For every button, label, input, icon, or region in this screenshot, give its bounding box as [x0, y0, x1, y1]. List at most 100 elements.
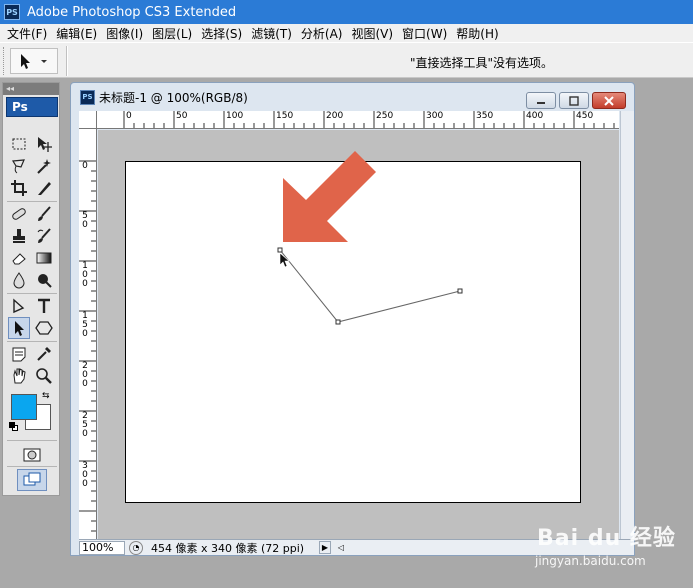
crop-icon	[11, 180, 27, 196]
vertical-scrollbar[interactable]	[620, 111, 634, 539]
toolbox-separator	[7, 293, 57, 294]
options-bar-grip[interactable]	[3, 47, 6, 75]
menu-file[interactable]: 文件(F)	[4, 25, 53, 42]
slice-tool[interactable]	[33, 177, 55, 199]
anchor-point[interactable]	[457, 288, 463, 294]
menu-help[interactable]: 帮助(H)	[453, 25, 504, 42]
menu-view[interactable]: 视图(V)	[348, 25, 399, 42]
document-title: 未标题-1 @ 100%(RGB/8)	[99, 90, 248, 105]
ruler-label: 400	[526, 111, 544, 121]
hexagon-icon	[35, 321, 53, 335]
marquee-icon	[12, 138, 26, 150]
ruler-horizontal[interactable]: 0 50 100 150 200 250 300 350 400 450	[79, 111, 619, 129]
gradient-tool[interactable]	[33, 247, 55, 269]
document-window: PS 未标题-1 @ 100%(RGB/8) 0 50 100 150 200 …	[70, 82, 635, 556]
ruler-label: 0	[82, 161, 88, 171]
menu-filter[interactable]: 滤镜(T)	[248, 25, 298, 42]
zoom-field[interactable]: 100%	[79, 540, 125, 555]
zoom-tool[interactable]	[33, 365, 55, 387]
type-icon	[38, 298, 50, 313]
maximize-button[interactable]	[559, 92, 589, 109]
menu-select[interactable]: 选择(S)	[198, 25, 248, 42]
options-message: "直接选择工具"没有选项。	[410, 56, 554, 70]
image-canvas[interactable]	[125, 161, 581, 503]
ruler-label: 300	[82, 461, 88, 489]
ruler-label: 100	[226, 111, 244, 121]
ps-logo[interactable]: Ps	[6, 97, 58, 117]
app-title: Adobe Photoshop CS3 Extended	[27, 4, 237, 20]
quick-mask-button[interactable]	[21, 444, 43, 466]
magnifier-icon	[36, 368, 52, 384]
document-icon: PS	[80, 89, 95, 105]
ruler-label: 300	[426, 111, 444, 121]
menu-window[interactable]: 窗口(W)	[399, 25, 453, 42]
notes-tool[interactable]	[8, 343, 30, 365]
photoshop-app-icon: PS	[4, 4, 20, 20]
work-path[interactable]	[279, 249, 461, 323]
menu-analysis[interactable]: 分析(A)	[298, 25, 349, 42]
anchor-point[interactable]	[335, 319, 341, 325]
clone-stamp-tool[interactable]	[8, 225, 30, 247]
menu-layer[interactable]: 图层(L)	[149, 25, 198, 42]
ruler-origin[interactable]	[79, 111, 97, 129]
eyedropper-tool[interactable]	[33, 343, 55, 365]
notes-icon	[12, 347, 26, 362]
eraser-icon	[12, 253, 26, 265]
menu-bar: 文件(F) 编辑(E) 图像(I) 图层(L) 选择(S) 滤镜(T) 分析(A…	[0, 24, 693, 42]
toolbox-header[interactable]: ◂◂	[3, 83, 59, 95]
swap-colors-icon[interactable]: ⇆	[42, 391, 50, 401]
history-brush-tool[interactable]	[33, 225, 55, 247]
magic-wand-tool[interactable]	[33, 155, 55, 177]
type-tool[interactable]	[33, 295, 55, 317]
status-icon[interactable]: ◔	[129, 540, 143, 555]
ruler-label: 250	[376, 111, 394, 121]
slice-icon	[38, 182, 51, 195]
shape-tool[interactable]	[33, 317, 55, 339]
pen-tool[interactable]	[8, 295, 30, 317]
menu-image[interactable]: 图像(I)	[103, 25, 149, 42]
marquee-tool[interactable]	[8, 133, 30, 155]
direct-selection-tool[interactable]	[8, 317, 30, 339]
toolbox-separator	[7, 440, 57, 441]
ruler-label: 250	[82, 411, 88, 439]
lasso-icon	[11, 159, 25, 174]
lasso-tool[interactable]	[8, 155, 30, 177]
toolbox-separator	[7, 201, 57, 202]
dodge-tool[interactable]	[33, 269, 55, 291]
close-button[interactable]	[592, 92, 626, 109]
screen-mode-button[interactable]	[17, 469, 47, 491]
options-separator	[66, 46, 68, 76]
scroll-left-icon[interactable]: ◁	[335, 541, 347, 554]
hand-tool[interactable]	[8, 365, 30, 387]
pasteboard[interactable]	[98, 130, 619, 539]
direct-selection-icon	[15, 321, 24, 336]
options-bar: "直接选择工具"没有选项。	[0, 42, 693, 78]
ruler-label: 0	[126, 111, 132, 121]
path-layer	[277, 247, 463, 325]
move-tool[interactable]	[33, 133, 55, 155]
pen-icon	[13, 298, 25, 314]
dodge-icon	[38, 274, 52, 288]
status-menu-arrow-icon[interactable]: ▶	[319, 541, 331, 554]
default-colors-icon[interactable]	[9, 422, 18, 431]
eraser-tool[interactable]	[8, 247, 30, 269]
blur-tool[interactable]	[8, 269, 30, 291]
ruler-label: 50	[82, 211, 88, 230]
watermark-url: jingyan.baidu.com	[535, 554, 646, 568]
stamp-icon	[13, 229, 25, 243]
toolbox-separator	[7, 466, 57, 467]
maximize-icon	[569, 95, 579, 106]
ruler-label: 150	[276, 111, 294, 121]
foreground-color-swatch[interactable]	[11, 394, 37, 420]
magic-wand-icon	[37, 159, 51, 174]
tool-preset-picker[interactable]	[10, 48, 58, 74]
minimize-button[interactable]	[526, 92, 556, 109]
ruler-label: 200	[82, 361, 88, 389]
healing-brush-tool[interactable]	[8, 203, 30, 225]
ruler-vertical[interactable]: 0 50 100 150 200 250 300	[79, 129, 97, 539]
anchor-point[interactable]	[277, 247, 283, 253]
crop-tool[interactable]	[8, 177, 30, 199]
menu-edit[interactable]: 编辑(E)	[53, 25, 103, 42]
brush-tool[interactable]	[33, 203, 55, 225]
ruler-label: 150	[82, 311, 88, 339]
